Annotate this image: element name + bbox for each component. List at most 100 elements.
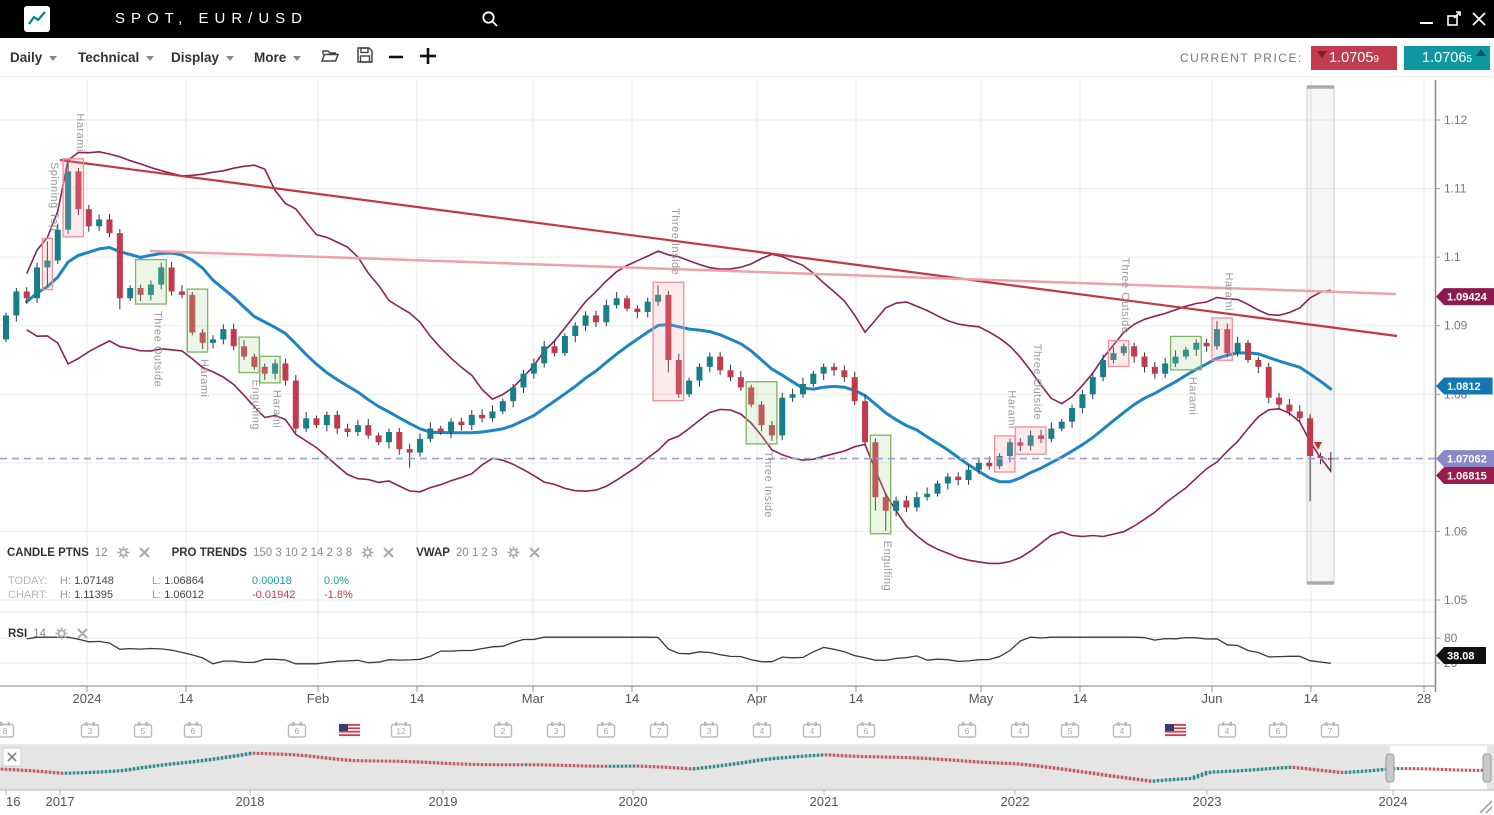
price-tag: 1.09424 bbox=[1436, 288, 1494, 305]
navigator-handle-left[interactable] bbox=[1386, 754, 1394, 782]
svg-text:2021: 2021 bbox=[810, 794, 839, 809]
chart-low: 1.06012 bbox=[164, 589, 204, 601]
today-change-pct: 0.0% bbox=[324, 574, 349, 588]
zoom-out-icon[interactable] bbox=[388, 49, 404, 70]
x-axis: 202414Feb14Mar14Apr14May14Jun1428 bbox=[0, 686, 1436, 706]
rsi-pane bbox=[27, 637, 1331, 664]
calendar-event-icon[interactable]: 7 bbox=[651, 722, 668, 737]
chevron-down-icon bbox=[49, 56, 57, 61]
arrow-up-icon bbox=[1476, 49, 1486, 56]
svg-text:14: 14 bbox=[1304, 691, 1318, 706]
indicator-legend: CANDLE PTNS 12 PRO TRENDS 150 3 10 2 14 … bbox=[7, 546, 562, 559]
calendar-event-icon[interactable]: 3 bbox=[548, 722, 565, 737]
pattern-label: Three Outside bbox=[1119, 257, 1131, 333]
current-price-label: CURRENT PRICE: bbox=[1180, 51, 1303, 65]
menu-technical[interactable]: Technical bbox=[78, 38, 154, 77]
save-icon[interactable] bbox=[356, 46, 374, 69]
calendar-event-icon[interactable]: 4 bbox=[804, 722, 821, 737]
calendar-event-icon[interactable]: 2 bbox=[495, 722, 512, 737]
navigator[interactable]: 1620172018201920202021202220232024 bbox=[0, 745, 1494, 809]
calendar-event-icon[interactable]: 4 bbox=[1219, 722, 1236, 737]
navigator-handle-right[interactable] bbox=[1483, 754, 1491, 782]
search-icon[interactable] bbox=[481, 10, 499, 33]
pattern-label: Three Inside bbox=[669, 208, 681, 275]
svg-text:6: 6 bbox=[191, 726, 196, 736]
pattern-label: Harami bbox=[270, 390, 282, 428]
gear-icon[interactable] bbox=[507, 546, 520, 559]
rsi-indicator-label: RSI 14 bbox=[8, 627, 88, 640]
title-bar: SPOT, EUR/USD bbox=[0, 0, 1494, 38]
svg-text:14: 14 bbox=[410, 691, 424, 706]
remove-indicator-icon[interactable] bbox=[139, 547, 150, 558]
calendar-event-icon[interactable]: 5 bbox=[135, 722, 152, 737]
rsi-line bbox=[27, 637, 1331, 664]
gear-icon[interactable] bbox=[55, 627, 68, 640]
calendar-event-icon[interactable]: 6 bbox=[1270, 722, 1287, 737]
remove-indicator-icon[interactable] bbox=[77, 628, 88, 639]
today-stats-row: TODAY: H: 1.07148 L: 1.06864 0.00018 0.0… bbox=[8, 574, 353, 588]
calendar-event-icon[interactable]: 6 bbox=[185, 722, 202, 737]
pattern-box bbox=[136, 260, 167, 304]
calendar-event-icon[interactable]: 8 bbox=[0, 722, 14, 737]
calendar-event-icon[interactable]: 6 bbox=[959, 722, 976, 737]
popout-window-button[interactable] bbox=[1446, 10, 1464, 28]
us-flag-event-icon[interactable] bbox=[1165, 724, 1186, 737]
calendar-event-icon[interactable]: 3 bbox=[701, 722, 718, 737]
pattern-box bbox=[187, 289, 207, 352]
svg-text:14: 14 bbox=[849, 691, 863, 706]
svg-text:38.08: 38.08 bbox=[1447, 650, 1475, 662]
price-tag: 38.08 bbox=[1436, 647, 1486, 664]
menu-timeframe[interactable]: Daily bbox=[10, 38, 57, 77]
calendar-event-icon[interactable]: 12 bbox=[392, 722, 411, 737]
calendar-event-icon[interactable]: 4 bbox=[1012, 722, 1029, 737]
svg-text:7: 7 bbox=[1328, 726, 1333, 736]
ask-price: 1.07065 bbox=[1404, 46, 1490, 70]
gear-icon[interactable] bbox=[361, 546, 374, 559]
price-stats: TODAY: H: 1.07148 L: 1.06864 0.00018 0.0… bbox=[8, 574, 353, 602]
close-icon[interactable] bbox=[1470, 10, 1488, 28]
calendar-event-icon[interactable]: 4 bbox=[1114, 722, 1131, 737]
open-folder-icon[interactable] bbox=[320, 46, 340, 71]
chevron-down-icon bbox=[226, 56, 234, 61]
svg-text:Jun: Jun bbox=[1202, 691, 1223, 706]
menu-more[interactable]: More bbox=[254, 38, 301, 77]
pattern-label: Harami bbox=[198, 359, 210, 397]
zoom-in-icon[interactable] bbox=[418, 46, 438, 71]
window-title: SPOT, EUR/USD bbox=[115, 0, 308, 38]
menu-display[interactable]: Display bbox=[171, 38, 234, 77]
price-tag: 1.06815 bbox=[1436, 467, 1494, 484]
svg-text:1.07062: 1.07062 bbox=[1447, 454, 1487, 466]
remove-indicator-icon[interactable] bbox=[529, 547, 540, 558]
price-chart[interactable]: Spinning TopHaramiThree OutsideHaramiEng… bbox=[0, 77, 1494, 815]
calendar-event-icon[interactable]: 7 bbox=[1322, 722, 1339, 737]
toolbar: Daily Technical Display More CURRENT PRI… bbox=[0, 38, 1494, 77]
pattern-box bbox=[653, 282, 684, 400]
economic-events[interactable]: 8 3 5 6 6 12 2 3 6 7 3 4 4 6 6 4 5 4 4 6 7 bbox=[0, 722, 1339, 737]
minimize-button[interactable] bbox=[1418, 10, 1436, 28]
current-price-line bbox=[0, 442, 1435, 459]
svg-text:8: 8 bbox=[3, 726, 8, 736]
today-high: 1.07148 bbox=[74, 575, 114, 587]
svg-text:3: 3 bbox=[707, 726, 712, 736]
trendline-1 bbox=[60, 160, 1397, 336]
indicator-candle-patterns: CANDLE PTNS 12 bbox=[7, 546, 150, 559]
calendar-event-icon[interactable]: 5 bbox=[1062, 722, 1079, 737]
calendar-event-icon[interactable]: 6 bbox=[289, 722, 306, 737]
navigator-close-button[interactable] bbox=[3, 748, 21, 766]
calendar-event-icon[interactable]: 6 bbox=[858, 722, 875, 737]
us-flag-event-icon[interactable] bbox=[339, 724, 360, 737]
chevron-down-icon bbox=[293, 56, 301, 61]
remove-indicator-icon[interactable] bbox=[383, 547, 394, 558]
gear-icon[interactable] bbox=[117, 546, 130, 559]
calendar-event-icon[interactable]: 3 bbox=[82, 722, 99, 737]
calendar-event-icon[interactable]: 6 bbox=[598, 722, 615, 737]
svg-text:2023: 2023 bbox=[1193, 794, 1222, 809]
resize-grip[interactable] bbox=[1480, 801, 1492, 813]
pattern-box bbox=[1171, 336, 1202, 369]
svg-text:2018: 2018 bbox=[236, 794, 265, 809]
pattern-box bbox=[870, 435, 890, 534]
svg-text:1.11: 1.11 bbox=[1444, 182, 1467, 196]
pattern-label: Three Outside bbox=[1031, 344, 1043, 420]
calendar-event-icon[interactable]: 4 bbox=[754, 722, 771, 737]
svg-text:6: 6 bbox=[604, 726, 609, 736]
